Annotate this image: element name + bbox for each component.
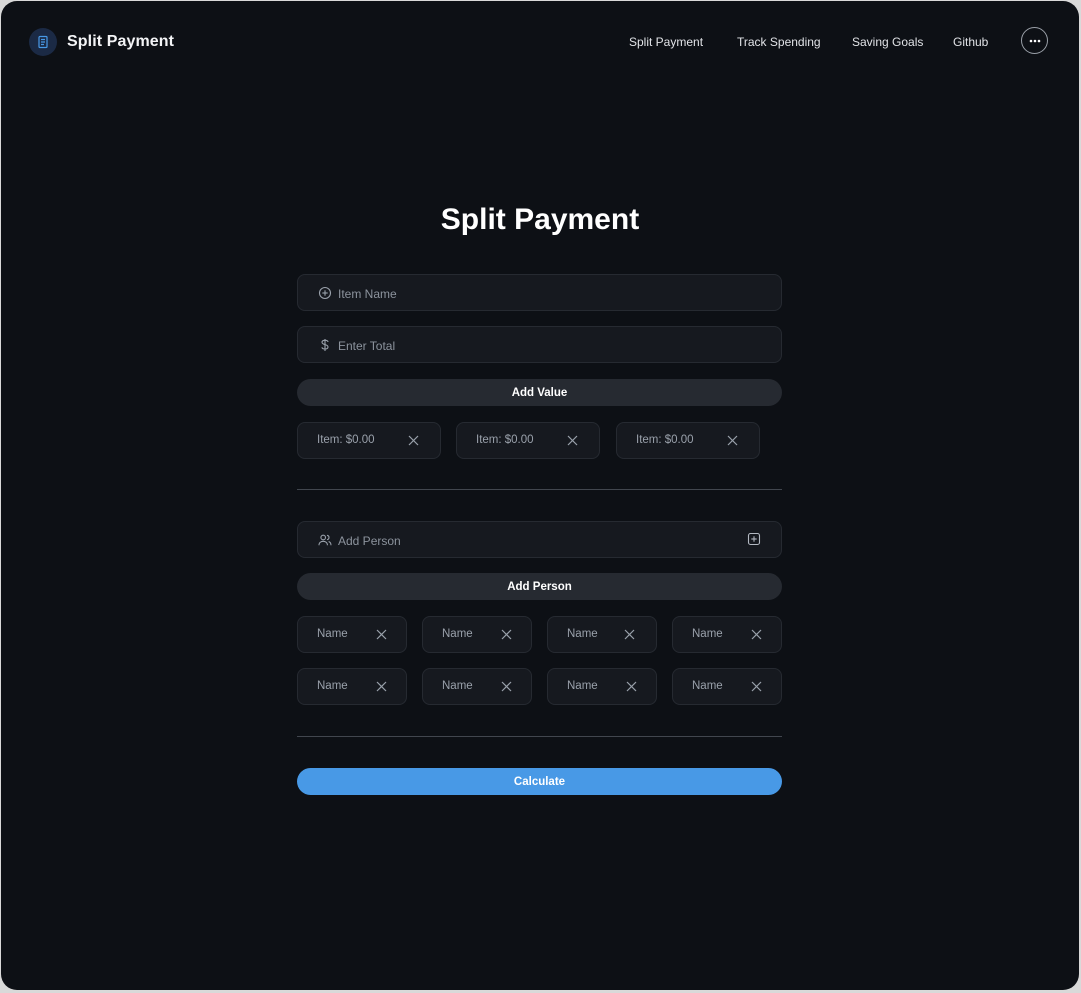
divider	[297, 489, 782, 490]
person-chip-label: Name	[567, 628, 598, 640]
person-chip-label: Name	[442, 628, 473, 640]
close-icon[interactable]	[751, 681, 762, 692]
add-person-field	[297, 521, 782, 559]
close-icon[interactable]	[408, 435, 419, 446]
dollar-icon	[321, 339, 329, 351]
divider	[297, 736, 782, 737]
item-chip: Item: $0.00	[616, 422, 760, 459]
item-chip-label: Item: $0.00	[476, 434, 534, 446]
add-person-button[interactable]: Add Person	[297, 573, 782, 600]
nav-track-spending[interactable]: Track Spending	[737, 35, 821, 49]
close-icon[interactable]	[501, 629, 512, 640]
close-icon[interactable]	[376, 629, 387, 640]
more-button[interactable]	[1021, 27, 1048, 54]
nav-split-payment[interactable]: Split Payment	[629, 35, 703, 49]
app-window: Split Payment Split Payment Track Spendi…	[1, 1, 1079, 990]
person-chip: Name	[422, 616, 532, 653]
close-icon[interactable]	[567, 435, 578, 446]
plus-square-icon[interactable]	[747, 532, 761, 546]
person-chip-label: Name	[317, 628, 348, 640]
item-chip: Item: $0.00	[297, 422, 441, 459]
person-chip-label: Name	[692, 628, 723, 640]
add-person-input[interactable]	[336, 522, 740, 559]
close-icon[interactable]	[624, 629, 635, 640]
plus-circle-icon	[318, 286, 332, 300]
item-chip: Item: $0.00	[456, 422, 600, 459]
more-horizontal-icon	[1029, 39, 1040, 42]
item-chip-label: Item: $0.00	[317, 434, 375, 446]
person-chip: Name	[547, 668, 657, 705]
person-chip-label: Name	[442, 680, 473, 692]
add-value-button[interactable]: Add Value	[297, 379, 782, 406]
person-chip-label: Name	[567, 680, 598, 692]
total-field	[297, 326, 782, 364]
close-icon[interactable]	[626, 681, 637, 692]
person-chip: Name	[297, 668, 407, 705]
top-nav: Split Payment Track Spending Saving Goal…	[1, 35, 1079, 51]
nav-saving-goals[interactable]: Saving Goals	[852, 35, 923, 49]
close-icon[interactable]	[501, 681, 512, 692]
person-chip: Name	[547, 616, 657, 653]
close-icon[interactable]	[727, 435, 738, 446]
total-input[interactable]	[336, 327, 740, 364]
item-chip-label: Item: $0.00	[636, 434, 694, 446]
item-name-input[interactable]	[336, 275, 740, 312]
calculate-button[interactable]: Calculate	[297, 768, 782, 795]
person-chip-label: Name	[317, 680, 348, 692]
person-chip: Name	[422, 668, 532, 705]
person-chip: Name	[672, 616, 782, 653]
close-icon[interactable]	[751, 629, 762, 640]
users-icon	[318, 534, 332, 546]
close-icon[interactable]	[376, 681, 387, 692]
person-chip-label: Name	[692, 680, 723, 692]
person-chip: Name	[297, 616, 407, 653]
item-name-field	[297, 274, 782, 312]
nav-github[interactable]: Github	[953, 35, 988, 49]
person-chip: Name	[672, 668, 782, 705]
page-title: Split Payment	[440, 203, 640, 236]
